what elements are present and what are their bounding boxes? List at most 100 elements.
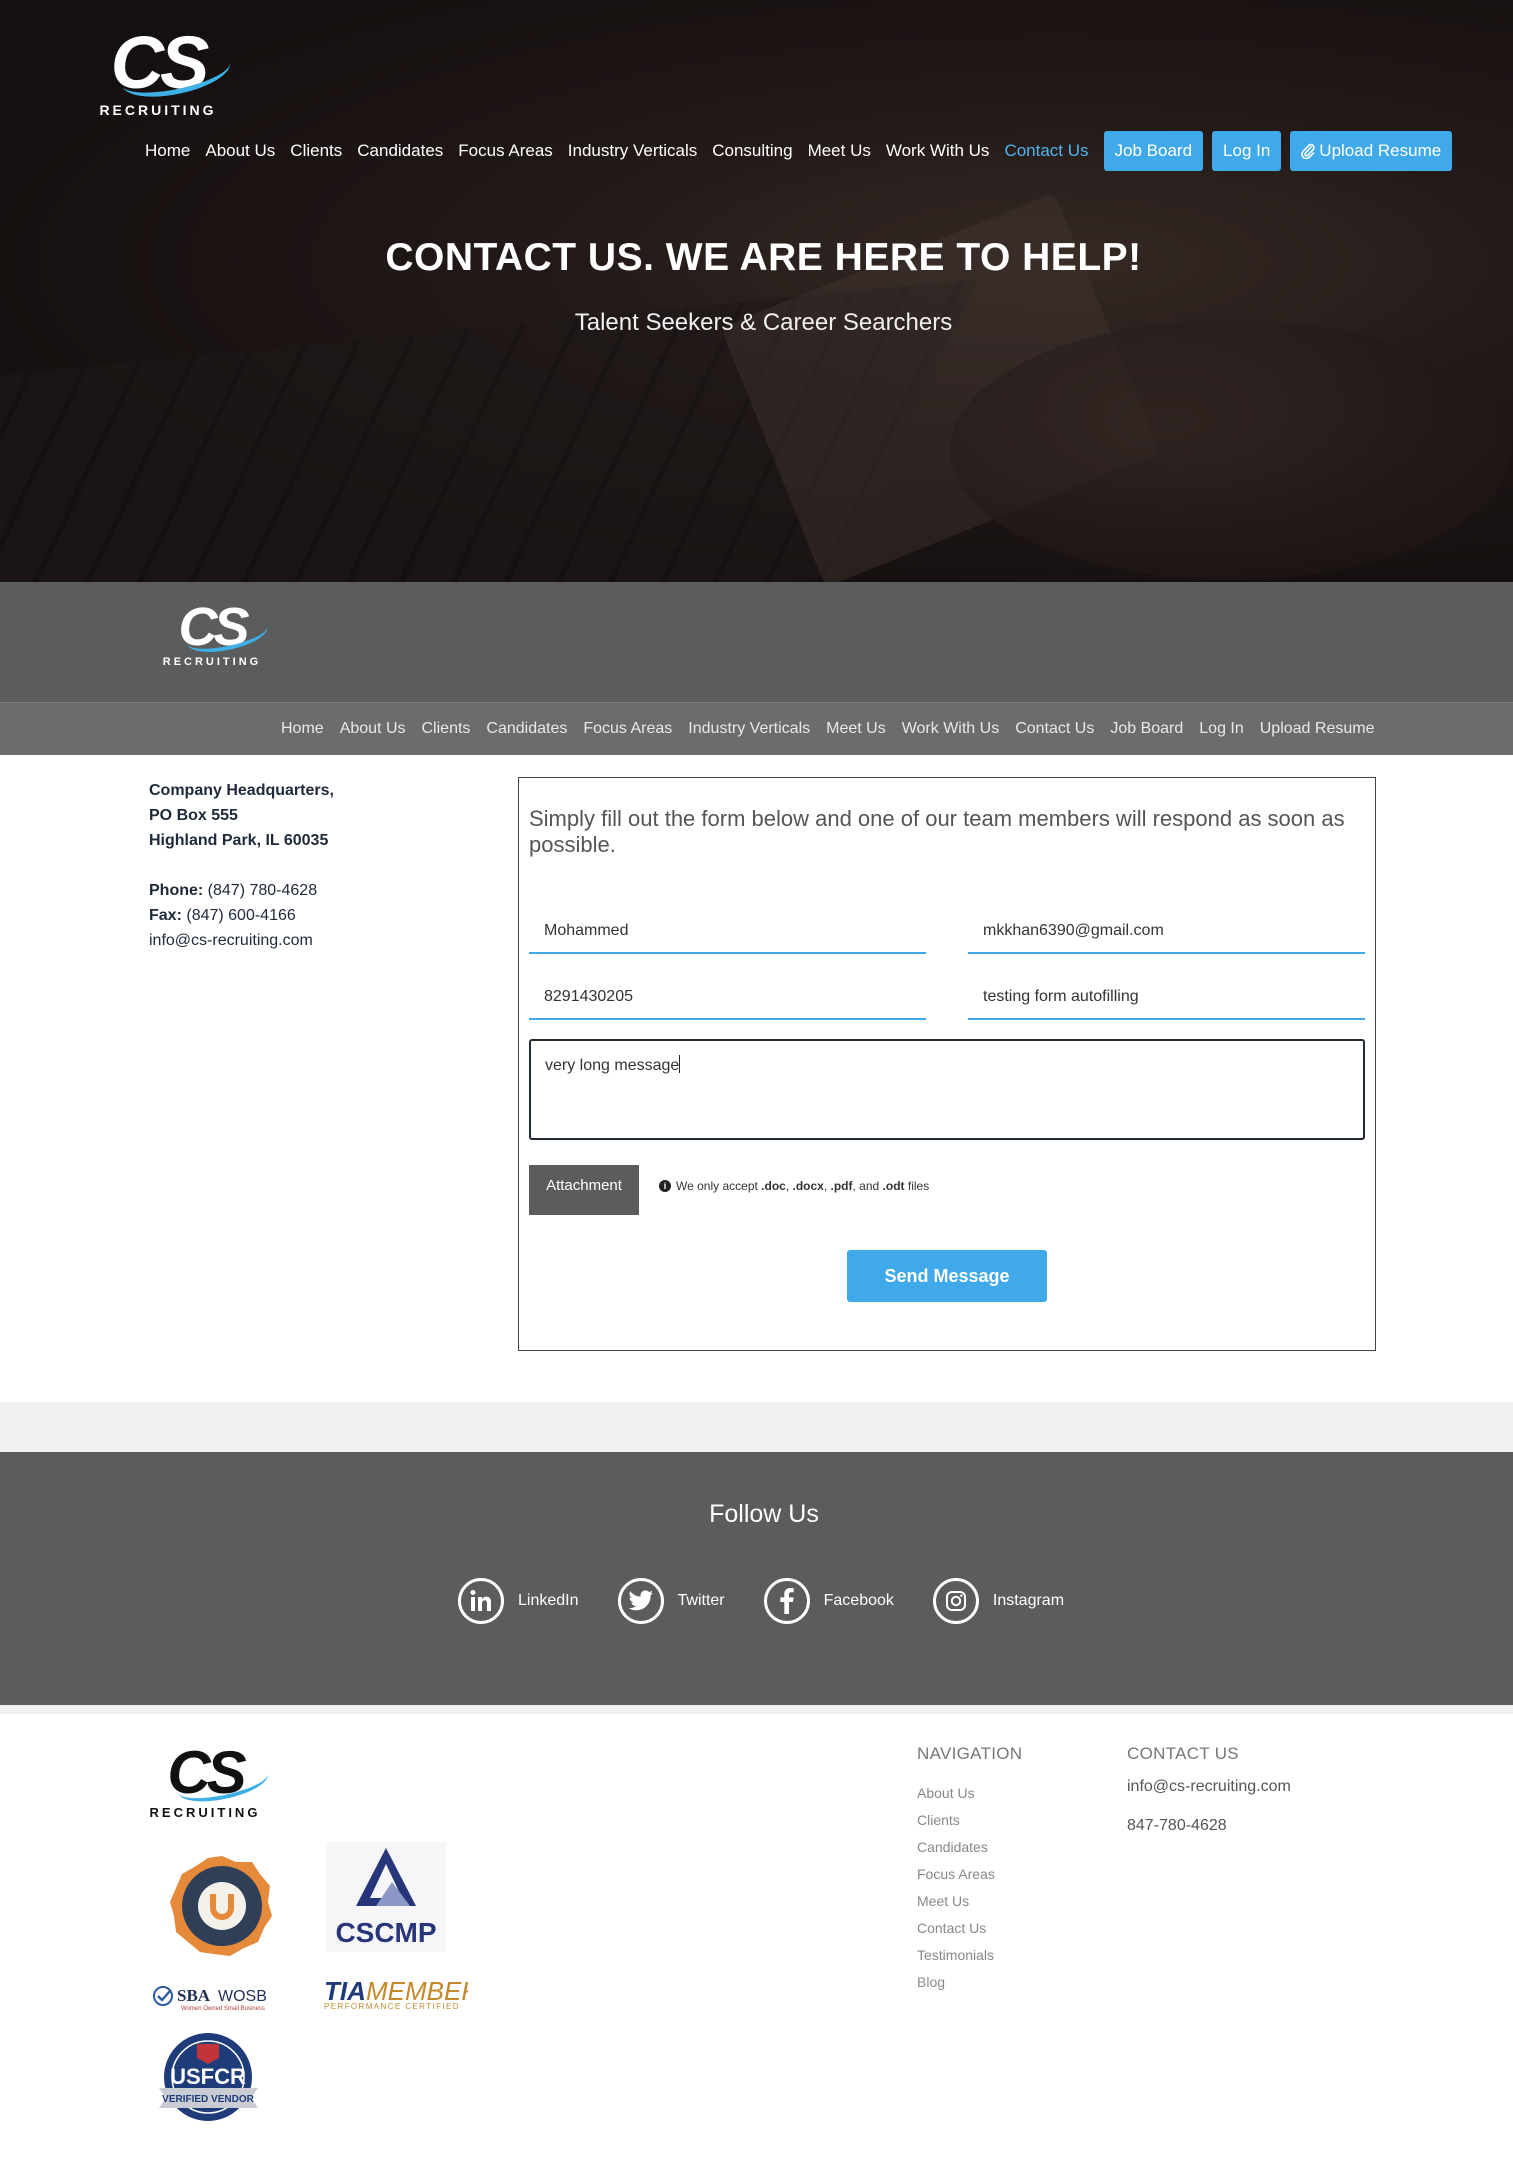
headquarters-info: Company Headquarters, PO Box 555 Highlan… [149,778,334,953]
nav-meet-us[interactable]: Meet Us [808,141,871,161]
site-logo[interactable]: CS RECRUITING [96,26,234,118]
footer-link-focus-areas[interactable]: Focus Areas [917,1861,995,1888]
log-in-button[interactable]: Log In [1212,131,1282,171]
tia-member-badge: TIA MEMBER PERFORMANCE CERTIFIED [324,1976,468,2011]
footer-link-about-us[interactable]: About Us [917,1780,995,1807]
twitter-label: Twitter [677,1592,725,1609]
hq-line-2: PO Box 555 [149,807,238,824]
message-textarea[interactable]: very long message [529,1039,1365,1140]
instagram-icon [932,1578,979,1624]
nav-about-us[interactable]: About Us [205,141,275,161]
linkedin-label: LinkedIn [518,1592,579,1609]
logo-mark: CS [178,600,271,659]
nav-clients[interactable]: Clients [290,141,342,161]
upload-resume-label: Upload Resume [1319,141,1442,160]
linkedin-icon [458,1578,504,1624]
social-links: LinkedIn Twitter Facebook Instagram [458,1578,1103,1624]
nav-home[interactable]: Home [145,141,190,161]
phone-field[interactable]: 8291430205 [529,978,926,1020]
footer-phone-link[interactable]: 847-780-4628 [1127,1817,1291,1837]
name-field[interactable]: Mohammed [529,912,926,954]
form-intro: Simply fill out the form below and one o… [529,806,1345,857]
page-title: CONTACT US. WE ARE HERE TO HELP! [385,236,1142,279]
nav-work-with-us[interactable]: Work With Us [886,141,990,161]
sticky-nav-contact-us[interactable]: Contact Us [1015,720,1094,738]
sticky-header: CS RECRUITING Home About Us Clients Cand… [0,582,1513,755]
footer-link-meet-us[interactable]: Meet Us [917,1888,995,1915]
nav-focus-areas[interactable]: Focus Areas [458,141,553,161]
main-nav: Home About Us Clients Candidates Focus A… [145,131,1461,171]
send-message-button[interactable]: Send Message [847,1250,1047,1302]
sticky-nav-industry-verticals[interactable]: Industry Verticals [688,720,810,738]
hq-line-3: Highland Park, IL 60035 [149,832,329,849]
footer-link-contact-us[interactable]: Contact Us [917,1915,995,1942]
nav-candidates[interactable]: Candidates [357,141,443,161]
footer-link-candidates[interactable]: Candidates [917,1834,995,1861]
footer-nav: About Us Clients Candidates Focus Areas … [917,1780,995,1996]
social-linkedin[interactable]: LinkedIn [458,1578,579,1624]
footer-logo[interactable]: CS RECRUITING [149,1743,272,1820]
logo-subtitle: RECRUITING [162,656,262,668]
sticky-logo[interactable]: CS RECRUITING [162,600,271,668]
upload-resume-button[interactable]: Upload Resume [1290,131,1453,171]
page-subtitle: Talent Seekers & Career Searchers [574,309,953,336]
sticky-nav-job-board[interactable]: Job Board [1110,720,1183,738]
sticky-nav-meet-us[interactable]: Meet Us [826,720,886,738]
hq-line-1: Company Headquarters, [149,782,334,799]
message-text: very long message [545,1057,680,1074]
logo-mark: CS [167,1743,272,1809]
cscmp-badge: CSCMP [326,1842,446,1952]
footer-link-testimonials[interactable]: Testimonials [917,1942,995,1969]
facebook-label: Facebook [823,1592,894,1609]
svg-text:SBA: SBA [177,1986,211,2005]
sticky-nav-candidates[interactable]: Candidates [486,720,567,738]
footer-link-clients[interactable]: Clients [917,1807,995,1834]
social-instagram[interactable]: Instagram [932,1578,1064,1624]
hero-section: CS RECRUITING Home About Us Clients Cand… [0,0,1513,582]
follow-us-section: Follow Us LinkedIn Twitter Facebook Inst… [0,1452,1513,1705]
footer-contact: info@cs-recruiting.com 847-780-4628 [1127,1778,1291,1856]
sba-wosb-badge: SBA WOSB Women Owned Small Business [153,1986,267,2012]
sticky-nav-home[interactable]: Home [281,720,324,738]
section-divider [0,1402,1513,1452]
svg-text:VERIFIED VENDOR: VERIFIED VENDOR [162,2094,254,2105]
attachment-button[interactable]: Attachment [529,1165,639,1215]
email-field[interactable]: mkkhan6390@gmail.com [968,912,1365,954]
sticky-nav-about-us[interactable]: About Us [340,720,406,738]
logo-mark: CS [111,26,234,105]
footer-contact-title: CONTACT US [1127,1744,1239,1763]
sticky-nav-focus-areas[interactable]: Focus Areas [583,720,672,738]
footer-nav-title: NAVIGATION [917,1744,1023,1763]
sticky-nav-work-with-us[interactable]: Work With Us [902,720,999,738]
nav-consulting[interactable]: Consulting [712,141,792,161]
contact-form: Simply fill out the form below and one o… [518,777,1376,1351]
social-facebook[interactable]: Facebook [763,1578,894,1624]
hq-email-link[interactable]: info@cs-recruiting.com [149,932,313,949]
footer-divider [0,1705,1513,1714]
fax-number: (847) 600-4166 [186,907,296,924]
job-board-button[interactable]: Job Board [1103,131,1204,171]
sticky-nav-clients[interactable]: Clients [422,720,471,738]
footer-email-link[interactable]: info@cs-recruiting.com [1127,1778,1291,1798]
fax-label: Fax: [149,907,182,924]
nav-industry-verticals[interactable]: Industry Verticals [568,141,697,161]
twitter-icon [617,1578,664,1624]
follow-us-title: Follow Us [709,1500,819,1528]
upcity-badge [170,1856,272,1956]
logo-subtitle: RECRUITING [149,1805,261,1820]
svg-text:PERFORMANCE CERTIFIED: PERFORMANCE CERTIFIED [324,2002,460,2011]
facebook-icon [763,1578,810,1624]
social-twitter[interactable]: Twitter [617,1578,725,1624]
paperclip-icon [1301,143,1315,159]
subject-field[interactable]: testing form autofilling [968,978,1365,1020]
phone-label: Phone: [149,882,204,899]
hero-overlay [0,0,1513,582]
svg-text:WOSB: WOSB [218,1988,267,2005]
footer-link-blog[interactable]: Blog [917,1969,995,1996]
sticky-nav-log-in[interactable]: Log In [1199,720,1243,738]
usfcr-badge: USFCR VERIFIED VENDOR [159,2033,258,2121]
phone-number[interactable]: (847) 780-4628 [208,882,317,899]
sticky-nav-upload-resume[interactable]: Upload Resume [1260,720,1375,738]
svg-text:CSCMP: CSCMP [335,1917,436,1948]
nav-contact-us[interactable]: Contact Us [1004,141,1088,161]
